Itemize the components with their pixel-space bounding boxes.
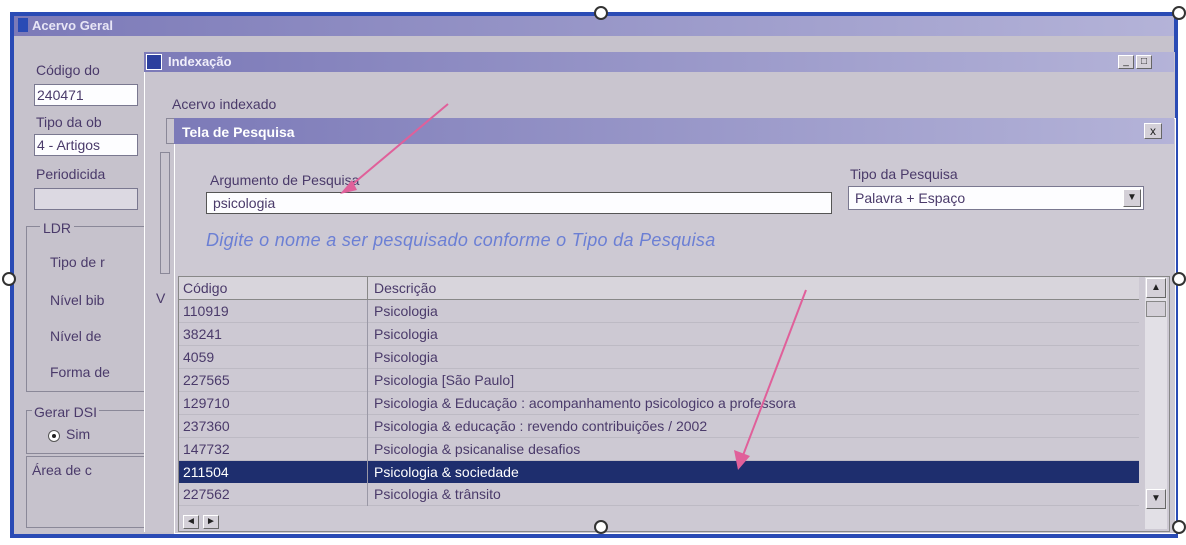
resize-handle-left[interactable] bbox=[2, 272, 16, 286]
arrow-to-selected-row bbox=[741, 289, 807, 459]
arrow-to-input bbox=[347, 103, 449, 189]
resize-handle-top-right[interactable] bbox=[1172, 6, 1186, 20]
arrowhead-row-icon bbox=[734, 450, 750, 470]
resize-handle-right[interactable] bbox=[1172, 272, 1186, 286]
resize-handle-bottom-right[interactable] bbox=[1172, 520, 1186, 534]
annotation-arrows bbox=[340, 103, 807, 470]
resize-handle-top[interactable] bbox=[594, 6, 608, 20]
resize-handle-bottom[interactable] bbox=[594, 520, 608, 534]
